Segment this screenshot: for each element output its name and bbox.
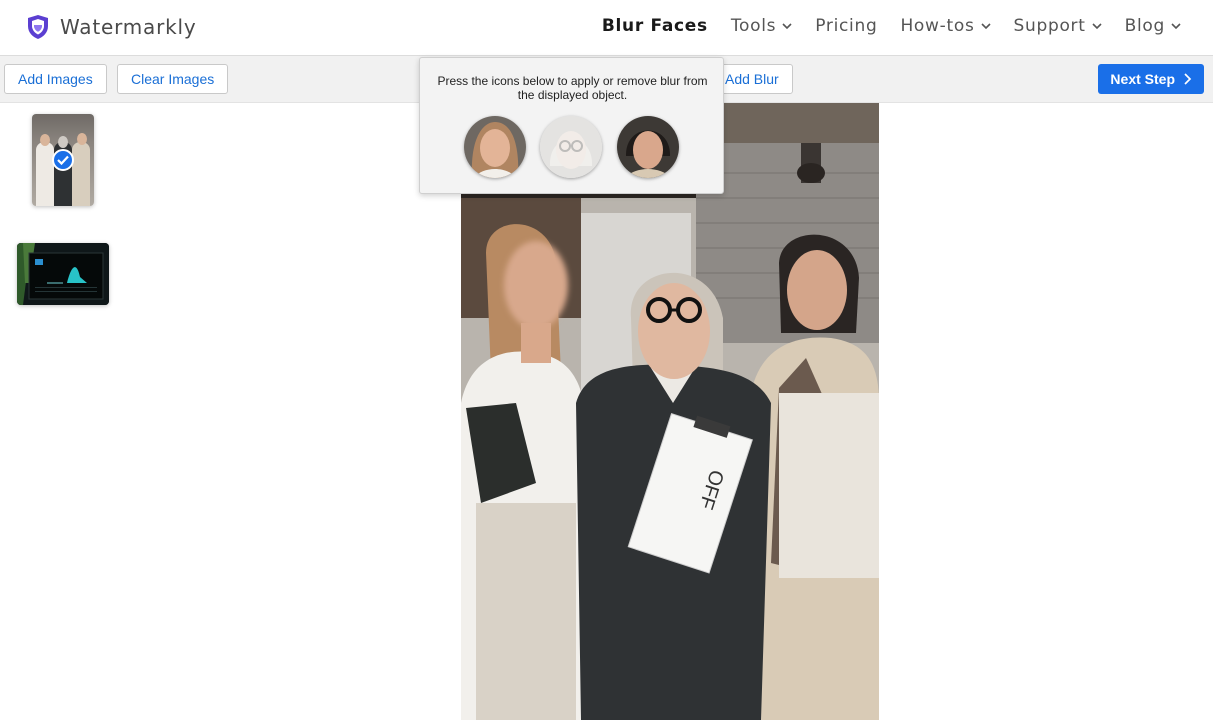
face-thumbnail-icon <box>617 116 679 178</box>
nav-label: Tools <box>730 16 777 36</box>
nav-label: Blog <box>1124 16 1165 36</box>
chevron-right-icon <box>1184 73 1192 85</box>
nav-tools[interactable]: Tools <box>731 16 792 36</box>
face-thumbnail-icon <box>540 116 602 178</box>
shield-icon <box>28 15 48 39</box>
nav-support[interactable]: Support <box>1014 16 1102 36</box>
main-nav: Blur Faces Tools Pricing How-tos Support… <box>579 16 1181 36</box>
nav-label: Pricing <box>815 16 878 36</box>
chevron-down-icon <box>1092 23 1102 30</box>
clear-images-button[interactable]: Clear Images <box>117 64 229 94</box>
brand-name: Watermarkly <box>60 15 197 39</box>
top-navbar: Watermarkly Blur Faces Tools Pricing How… <box>0 0 1213 56</box>
face-toggle-3[interactable] <box>617 116 679 178</box>
face-toggle-2[interactable] <box>540 116 602 178</box>
next-step-button[interactable]: Next Step <box>1098 64 1204 94</box>
thumbnail-photo-three-women[interactable] <box>32 114 94 206</box>
brand[interactable]: Watermarkly <box>26 14 197 40</box>
dashboard-thumbnail-image <box>17 243 109 305</box>
nav-blur-faces[interactable]: Blur Faces <box>602 16 708 36</box>
nav-how-tos[interactable]: How-tos <box>900 16 991 36</box>
thumbnail-photo-dashboard[interactable] <box>17 243 109 305</box>
nav-label: Blur Faces <box>601 16 708 36</box>
face-toggle-1[interactable] <box>464 116 526 178</box>
popover-instructions: Press the icons below to apply or remove… <box>437 74 708 102</box>
next-step-label: Next Step <box>1110 71 1175 87</box>
blur-faces-popover: Press the icons below to apply or remove… <box>419 57 724 194</box>
nav-pricing[interactable]: Pricing <box>815 16 877 36</box>
add-images-button[interactable]: Add Images <box>4 64 107 94</box>
main-photo-image: OFF <box>461 103 879 720</box>
chevron-down-icon <box>980 23 991 30</box>
main-photo-canvas[interactable]: OFF <box>461 103 879 720</box>
nav-blog[interactable]: Blog <box>1125 16 1181 36</box>
face-thumbnail-icon <box>464 116 526 178</box>
chevron-down-icon <box>782 23 792 30</box>
nav-label: How-tos <box>900 16 975 36</box>
selected-check-icon <box>52 149 74 171</box>
chevron-down-icon <box>1171 23 1181 30</box>
nav-label: Support <box>1013 16 1086 36</box>
